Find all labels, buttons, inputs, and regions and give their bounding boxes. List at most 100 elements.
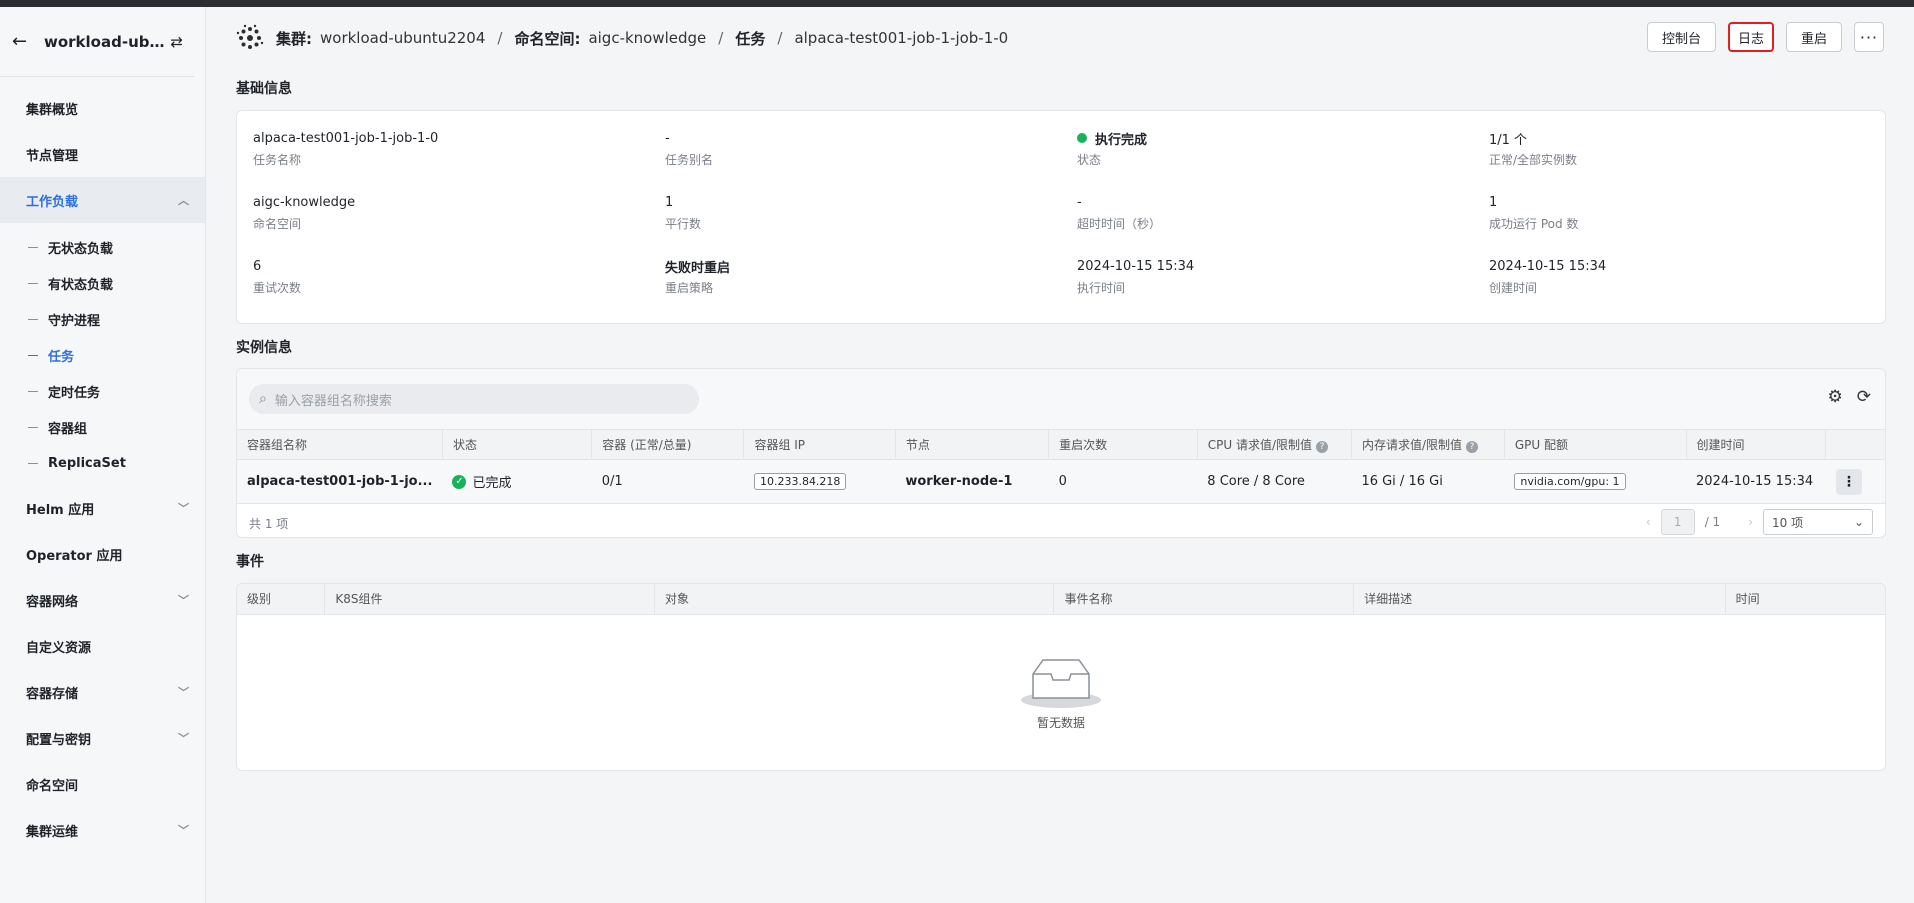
switch-cluster-icon[interactable]: ⇄ xyxy=(170,33,183,51)
sidebar-item-crd[interactable]: 自定义资源 xyxy=(0,623,205,669)
sidebar-item-label: 容器网络 xyxy=(26,594,79,610)
restart-button[interactable]: 重启 xyxy=(1785,22,1842,52)
breadcrumb-section[interactable]: 任务 xyxy=(735,28,765,49)
col-containers[interactable]: 容器 (正常/总量) xyxy=(591,429,745,460)
console-button[interactable]: 控制台 xyxy=(1646,22,1716,52)
info-key: 命名空间 xyxy=(253,217,302,231)
sidebar-item-operator[interactable]: Operator 应用 xyxy=(0,531,205,577)
sidebar-sub-replicasets[interactable]: ReplicaSet xyxy=(0,445,205,481)
check-circle-icon: ✓ xyxy=(452,474,467,489)
info-value: 失败时重启 xyxy=(665,260,731,276)
help-icon[interactable]: ? xyxy=(1465,441,1478,453)
col-pod-ip[interactable]: 容器组 IP xyxy=(743,429,896,460)
sidebar-sub-deployments[interactable]: 无状态负载 xyxy=(0,229,205,265)
col-mem-label: 内存请求值/限制值 xyxy=(1361,438,1462,452)
sidebar-sub-daemonsets[interactable]: 守护进程 xyxy=(0,301,205,337)
chevron-down-icon: ⌄ xyxy=(1853,515,1864,529)
col-status[interactable]: 状态 xyxy=(442,429,593,460)
sidebar-item-namespaces[interactable]: 命名空间 xyxy=(0,761,205,807)
instances-title: 实例信息 xyxy=(236,340,292,356)
info-job-alias: - 任务别名 xyxy=(665,127,1077,191)
pod-node: worker-node-1 xyxy=(895,459,1049,504)
sidebar-sub-pods[interactable]: 容器组 xyxy=(0,409,205,445)
search-input[interactable]: ⌕ 输入容器组名称搜索 xyxy=(249,384,699,414)
info-parallelism: 1 平行数 xyxy=(665,191,1077,255)
pod-name-link[interactable]: alpaca-test001-job-1-jo... xyxy=(237,459,443,504)
breadcrumb-namespace-label: 命名空间: xyxy=(514,29,581,48)
col-gpu[interactable]: GPU 配额 xyxy=(1504,429,1687,460)
col-created[interactable]: 创建时间 xyxy=(1686,429,1827,460)
instances-card: ⌕ 输入容器组名称搜索 ⚙ ⟳ 容器组名称 状态 容器 (正常/总量) 容器组 … xyxy=(236,368,1886,538)
col-object[interactable]: 对象 xyxy=(654,584,1055,615)
sidebar-item-workloads[interactable]: 工作负载 ︿ xyxy=(0,177,205,223)
col-k8s-component[interactable]: K8S组件 xyxy=(324,584,656,615)
sidebar-sub-cronjobs[interactable]: 定时任务 xyxy=(0,373,205,409)
sidebar-sub-label: 定时任务 xyxy=(48,385,101,401)
info-key: 任务别名 xyxy=(665,153,714,167)
page-size-select[interactable]: 10 项 ⌄ xyxy=(1763,509,1873,535)
basic-info-card: alpaca-test001-job-1-job-1-0 任务名称 - 任务别名 执… xyxy=(236,110,1886,324)
header-actions: 控制台 日志 重启 ··· xyxy=(1646,22,1884,52)
more-options-button[interactable]: ··· xyxy=(1854,22,1884,52)
row-actions-kebab-icon[interactable]: ⋮ xyxy=(1835,468,1862,495)
search-icon: ⌕ xyxy=(259,391,267,407)
col-restarts[interactable]: 重启次数 xyxy=(1048,429,1198,460)
info-key: 任务名称 xyxy=(253,153,302,167)
info-key: 重试次数 xyxy=(253,281,302,295)
dash-icon xyxy=(28,462,38,464)
sidebar-item-nodes[interactable]: 节点管理 xyxy=(0,131,205,177)
info-value: alpaca-test001-job-1-job-1-0 xyxy=(253,130,439,146)
table-row[interactable]: alpaca-test001-job-1-jo... ✓ 已完成 0/1 10.2… xyxy=(237,459,1885,504)
page-number-input[interactable]: 1 xyxy=(1660,509,1695,535)
info-value: 2024-10-15 15:34 xyxy=(1077,258,1195,274)
col-detail[interactable]: 详细描述 xyxy=(1353,584,1726,615)
info-value: aigc-knowledge xyxy=(253,194,356,210)
col-event-name[interactable]: 事件名称 xyxy=(1053,584,1355,615)
pod-status-label: 已完成 xyxy=(472,476,512,491)
chevron-down-icon: ﹀ xyxy=(178,594,189,607)
sidebar-item-config[interactable]: 配置与密钥 ﹀ xyxy=(0,715,205,761)
breadcrumb-cluster[interactable]: workload-ubuntu2204 xyxy=(320,29,485,47)
info-restart-policy: 失败时重启 重启策略 xyxy=(665,255,1077,319)
sidebar-header: ← workload-ubuntu2204 ⇄ xyxy=(0,7,195,77)
breadcrumb-separator: / xyxy=(777,29,783,47)
col-level[interactable]: 级别 xyxy=(237,584,326,615)
sidebar-item-label: 配置与密钥 xyxy=(26,732,92,748)
sidebar-sub-jobs[interactable]: 任务 xyxy=(0,337,205,373)
info-value: - xyxy=(665,130,670,146)
sidebar-item-label: 工作负载 xyxy=(26,194,79,210)
col-mem[interactable]: 内存请求值/限制值? xyxy=(1351,429,1505,460)
sidebar-item-storage[interactable]: 容器存储 ﹀ xyxy=(0,669,205,715)
info-created-time: 2024-10-15 15:34 创建时间 xyxy=(1489,255,1901,319)
breadcrumb: 集群: workload-ubuntu2204 / 命名空间: aigc-kno… xyxy=(236,22,1008,54)
breadcrumb-namespace[interactable]: aigc-knowledge xyxy=(588,29,706,47)
pod-ip: 10.233.84.218 xyxy=(753,473,847,490)
next-page-icon[interactable]: › xyxy=(1748,515,1753,529)
info-timeout: - 超时时间（秒） xyxy=(1077,191,1489,255)
sidebar-sub-statefulsets[interactable]: 有状态负载 xyxy=(0,265,205,301)
info-value: 1/1 个 xyxy=(1489,132,1528,148)
sidebar-item-label: Helm 应用 xyxy=(26,502,95,518)
col-cpu[interactable]: CPU 请求值/限制值? xyxy=(1197,429,1352,460)
back-arrow-icon[interactable]: ← xyxy=(12,31,32,52)
settings-gear-icon[interactable]: ⚙ xyxy=(1828,387,1843,407)
col-pod-name[interactable]: 容器组名称 xyxy=(237,429,443,460)
logs-button[interactable]: 日志 xyxy=(1727,22,1774,52)
table-header-row: 容器组名称 状态 容器 (正常/总量) 容器组 IP 节点 重启次数 CPU 请… xyxy=(237,429,1885,460)
top-strip xyxy=(0,0,1914,7)
sidebar-item-cluster-overview[interactable]: 集群概览 xyxy=(0,85,205,131)
dash-icon xyxy=(28,354,38,356)
info-value: 1 xyxy=(665,194,674,210)
pod-restarts: 0 xyxy=(1048,459,1198,504)
sidebar-item-helm[interactable]: Helm 应用 ﹀ xyxy=(0,485,205,531)
help-icon[interactable]: ? xyxy=(1316,441,1329,453)
col-node[interactable]: 节点 xyxy=(895,429,1050,460)
sidebar-item-network[interactable]: 容器网络 ﹀ xyxy=(0,577,205,623)
col-time[interactable]: 时间 xyxy=(1725,584,1885,615)
refresh-icon[interactable]: ⟳ xyxy=(1857,387,1871,407)
prev-page-icon[interactable]: ‹ xyxy=(1646,515,1651,529)
chevron-down-icon: ﹀ xyxy=(178,502,189,515)
breadcrumb-cluster-label: 集群: xyxy=(276,29,312,48)
breadcrumb-current: alpaca-test001-job-1-job-1-0 xyxy=(794,29,1009,47)
sidebar-item-ops[interactable]: 集群运维 ﹀ xyxy=(0,807,205,853)
